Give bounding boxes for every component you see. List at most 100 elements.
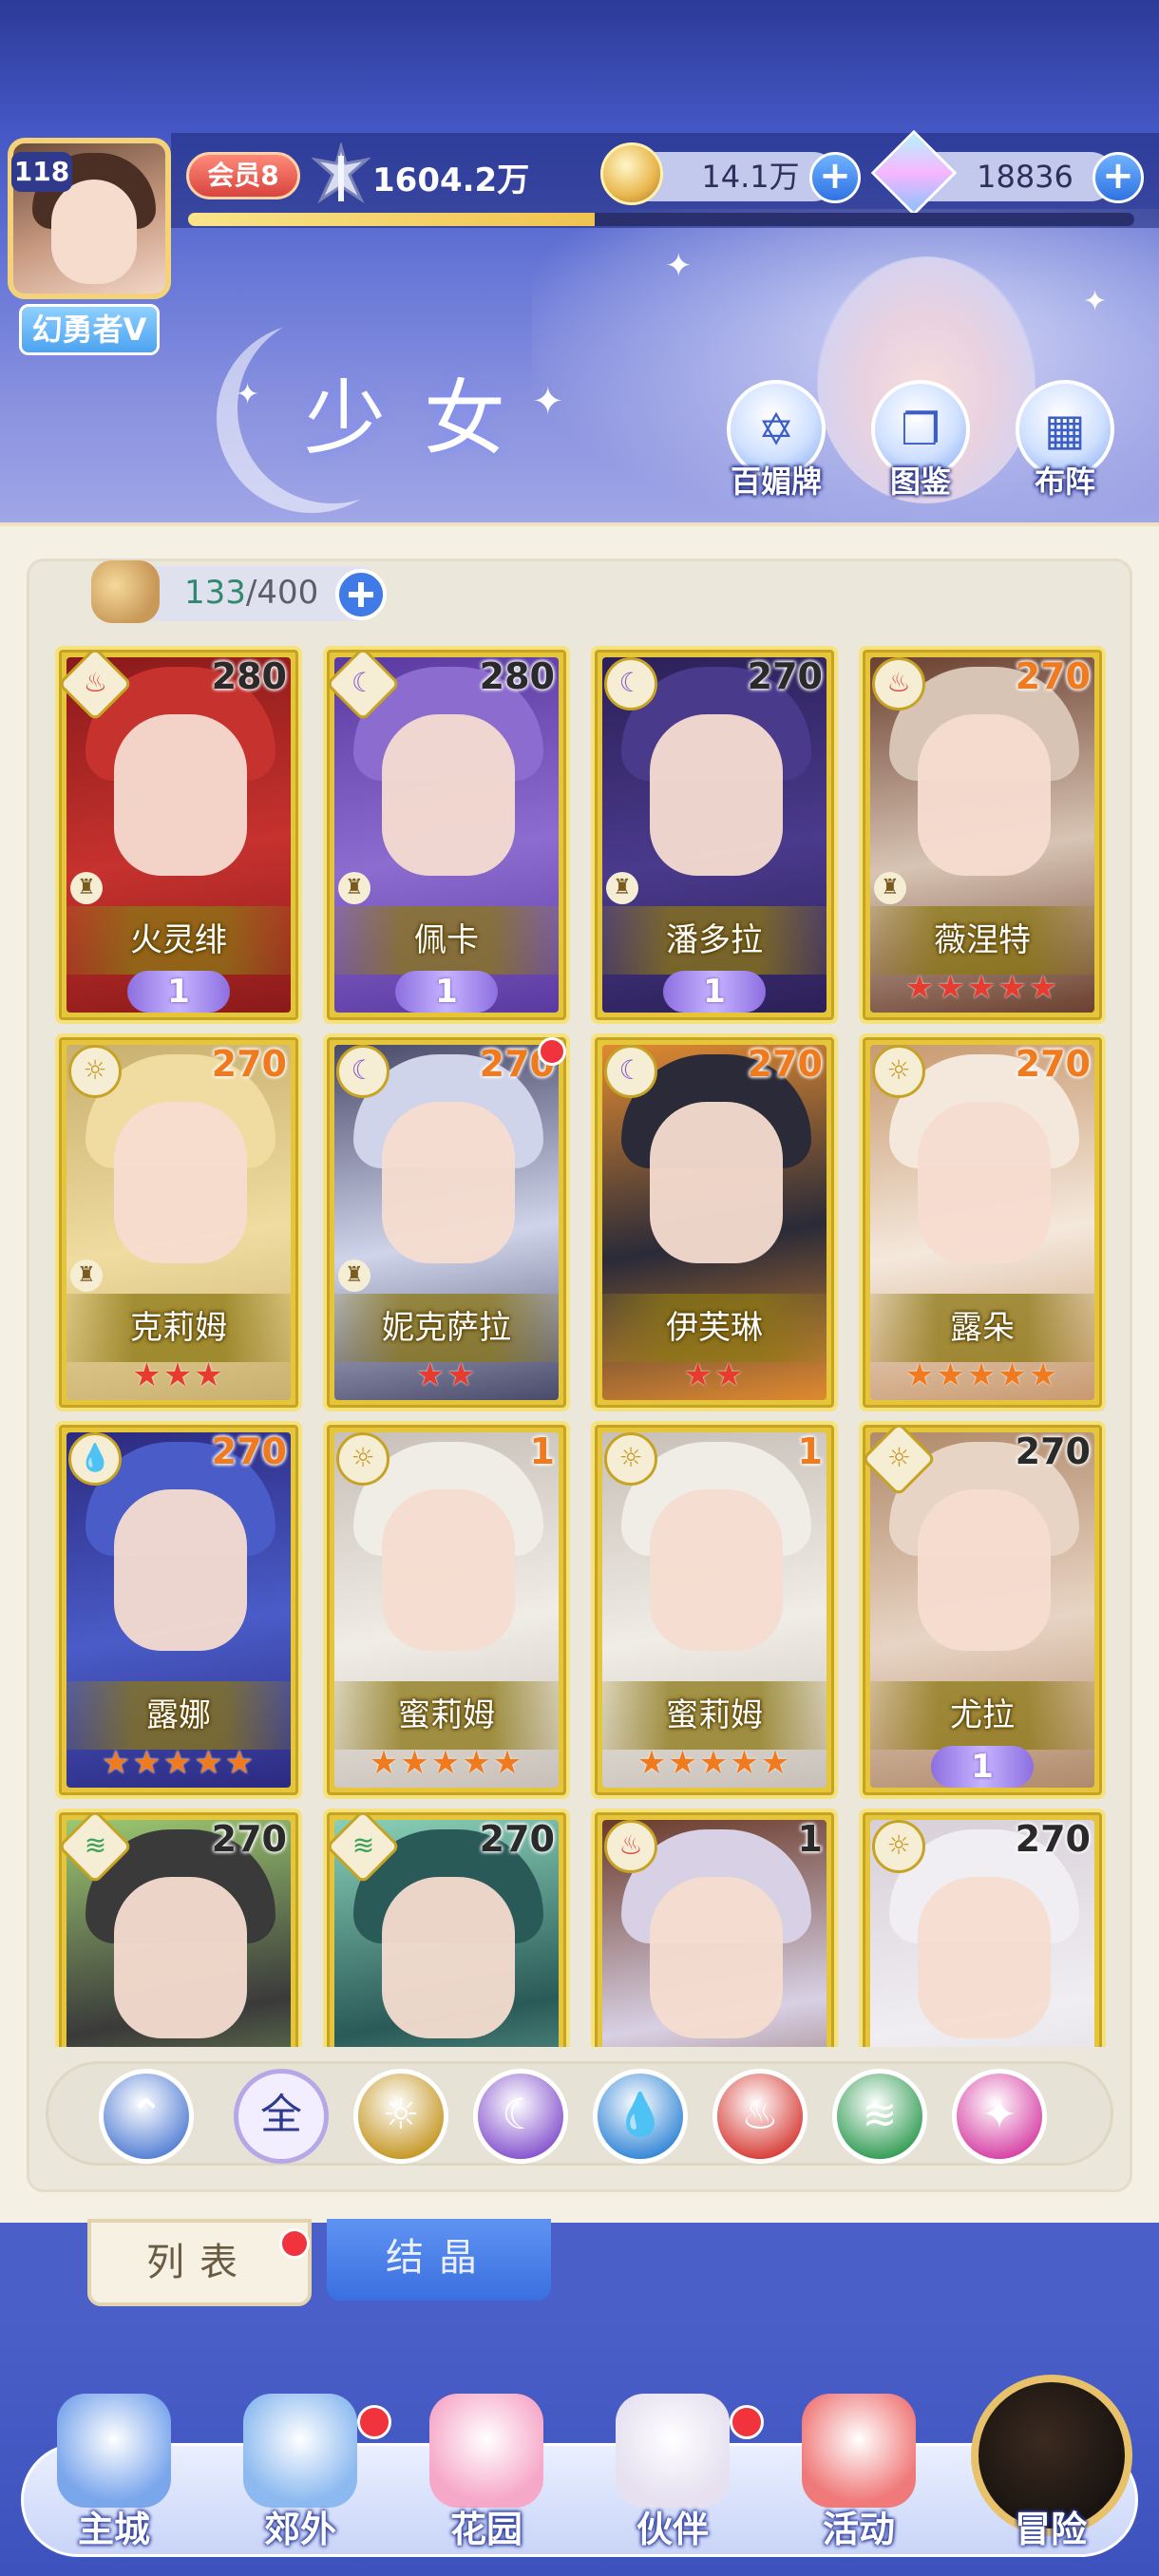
partner-card[interactable]: 💧 270 露娜 ★★★★★ — [55, 1421, 302, 1799]
partner-card[interactable]: ☼ 270 ♜ 克莉姆 ★★★ — [55, 1033, 302, 1411]
add-gems-button[interactable]: + — [1092, 152, 1144, 203]
partner-level: 280 — [211, 655, 287, 697]
partner-card[interactable]: ≋ 270 — [55, 1809, 302, 2047]
nav-partner[interactable]: 伙伴 — [587, 2394, 764, 2565]
castle-icon — [57, 2394, 171, 2508]
chess-piece-icon: ♜ — [338, 1260, 370, 1292]
nav-castle[interactable]: 主城 — [28, 2394, 200, 2565]
filter-all-button[interactable]: 全 — [234, 2069, 329, 2164]
fire-element-icon: ♨ — [604, 1820, 657, 1873]
partner-card[interactable]: ☼ 270 — [859, 1809, 1106, 2047]
vip-badge[interactable]: 会员8 — [186, 152, 300, 199]
portrait-face — [918, 1877, 1051, 2038]
partner-card[interactable]: ☼ 270 露朵 ★★★★★ — [859, 1033, 1106, 1411]
star-rating: ★★★★★ — [369, 1744, 524, 1782]
partner-card[interactable]: ☾ 270 ♜ 妮克萨拉 ★★ — [323, 1033, 570, 1411]
chess-piece-icon: ♜ — [874, 872, 906, 904]
nav-gift[interactable]: 活动 — [773, 2394, 944, 2565]
nav-label: 冒险 — [1014, 2509, 1087, 2550]
filter-tier-button[interactable]: ⌃ — [99, 2069, 194, 2164]
partner-card[interactable]: ♨ 270 ♜ 薇涅特 ★★★★★ — [859, 646, 1106, 1024]
partner-card[interactable]: ♨ 1 — [591, 1809, 838, 2047]
experience-bar — [188, 213, 1134, 226]
partner-name: 克莉姆 — [130, 1309, 227, 1347]
portrait-face — [382, 1489, 515, 1651]
partner-level: 270 — [1015, 655, 1091, 697]
nav-heart[interactable]: 花园 — [401, 2394, 572, 2565]
codex-label: 图鉴 — [889, 464, 951, 500]
notification-dot — [730, 2405, 764, 2439]
partner-card[interactable]: ☼ 270 尤拉 1 — [859, 1421, 1106, 1799]
nav-label: 伙伴 — [636, 2509, 709, 2550]
partner-card[interactable]: ☾ 280 ♜ 佩卡 1 — [323, 646, 570, 1024]
partner-level: 270 — [1015, 1043, 1091, 1085]
chess-piece-icon: ♜ — [70, 872, 103, 904]
partner-card[interactable]: ☾ 270 伊芙琳 ★★ — [591, 1033, 838, 1411]
combat-power-icon — [312, 142, 370, 204]
filter-wind-button[interactable]: ≋ — [832, 2069, 927, 2164]
add-gold-button[interactable]: + — [809, 152, 861, 203]
page-title: 少女 — [304, 371, 543, 466]
card-deck-label: 百媚牌 — [730, 464, 822, 500]
sun-element-icon: ☼ — [872, 1045, 925, 1098]
partner-level: 270 — [1015, 1818, 1091, 1860]
portrait-face — [650, 1489, 783, 1651]
partner-card[interactable]: ≋ 270 — [323, 1809, 570, 2047]
star-filter-icon: ✦ — [981, 2091, 1017, 2139]
formation-button[interactable]: ▦ 布阵 — [1013, 380, 1117, 503]
awaken-rank-badge: 1 — [663, 971, 766, 1013]
star-rating: ★★★ — [132, 1356, 225, 1394]
portrait-face — [114, 1102, 247, 1263]
filter-water-button[interactable]: 💧 — [593, 2069, 688, 2164]
awaken-rank-badge: 1 — [395, 971, 498, 1013]
partner-name: 伊芙琳 — [666, 1309, 763, 1347]
partner-card[interactable]: ☾ 270 ♜ 潘多拉 1 — [591, 646, 838, 1024]
codex-button[interactable]: ❐ 图鉴 — [868, 380, 973, 503]
portrait-face — [650, 1877, 783, 2038]
portal-icon — [243, 2394, 357, 2508]
header-banner: ✦ ✦ ✦ ✦ — [0, 0, 1159, 522]
filter-sun-button[interactable]: ☼ — [353, 2069, 448, 2164]
star-rating: ★★ — [683, 1356, 746, 1394]
gem-value: 18836 — [977, 159, 1074, 195]
compass-icon — [994, 2394, 1108, 2508]
nav-portal[interactable]: 郊外 — [215, 2394, 391, 2565]
nav-adventure[interactable]: 冒险 — [965, 2394, 1136, 2565]
card-deck-button[interactable]: ✡ 百媚牌 — [724, 380, 828, 503]
portrait-face — [918, 1489, 1051, 1651]
partner-level: 270 — [211, 1043, 287, 1085]
tab-list[interactable]: 列表 — [87, 2219, 312, 2306]
chess-piece-icon: ♜ — [338, 872, 370, 904]
partner-level: 1 — [797, 1430, 823, 1472]
filter-fire-button[interactable]: ♨ — [712, 2069, 808, 2164]
fire-filter-icon: ♨ — [741, 2091, 779, 2139]
expand-roster-button[interactable] — [334, 568, 388, 621]
partner-name: 佩卡 — [414, 921, 479, 959]
chess-piece-icon: ♜ — [70, 1260, 103, 1292]
roster-count-current: 133 — [184, 574, 246, 612]
tab-crystal[interactable]: 结晶 — [327, 2219, 551, 2301]
star-rating: ★★★★★ — [101, 1744, 256, 1782]
tab-list-notification-dot — [279, 2228, 310, 2259]
wind-filter-icon: ≋ — [862, 2091, 898, 2139]
partner-card[interactable]: ♨ 280 ♜ 火灵绯 1 — [55, 646, 302, 1024]
gold-coin-icon — [600, 142, 663, 205]
sparkle-icon: ✦ — [1083, 285, 1108, 318]
sun-filter-icon: ☼ — [382, 2091, 420, 2139]
filter-star-button[interactable]: ✦ — [952, 2069, 1047, 2164]
water-element-icon: 💧 — [68, 1432, 122, 1486]
portrait-face — [650, 1102, 783, 1263]
partner-card[interactable]: ☼ 1 蜜莉姆 ★★★★★ — [591, 1421, 838, 1799]
filter-moon-button[interactable]: ☾ — [473, 2069, 568, 2164]
partner-level: 280 — [479, 655, 555, 697]
partner-card[interactable]: ☼ 1 蜜莉姆 ★★★★★ — [323, 1421, 570, 1799]
portrait-face — [114, 1877, 247, 2038]
moon-element-icon: ☾ — [604, 1045, 657, 1098]
player-level-badge: 118 — [11, 152, 72, 192]
tier-filter-icon: ⌃ — [128, 2091, 164, 2139]
player-name: 幻勇者V — [19, 304, 160, 355]
awaken-rank-badge: 1 — [127, 971, 230, 1013]
notification-dot — [357, 2405, 391, 2439]
nav-label: 主城 — [77, 2509, 150, 2550]
roster-count: 133/400 — [184, 574, 318, 612]
